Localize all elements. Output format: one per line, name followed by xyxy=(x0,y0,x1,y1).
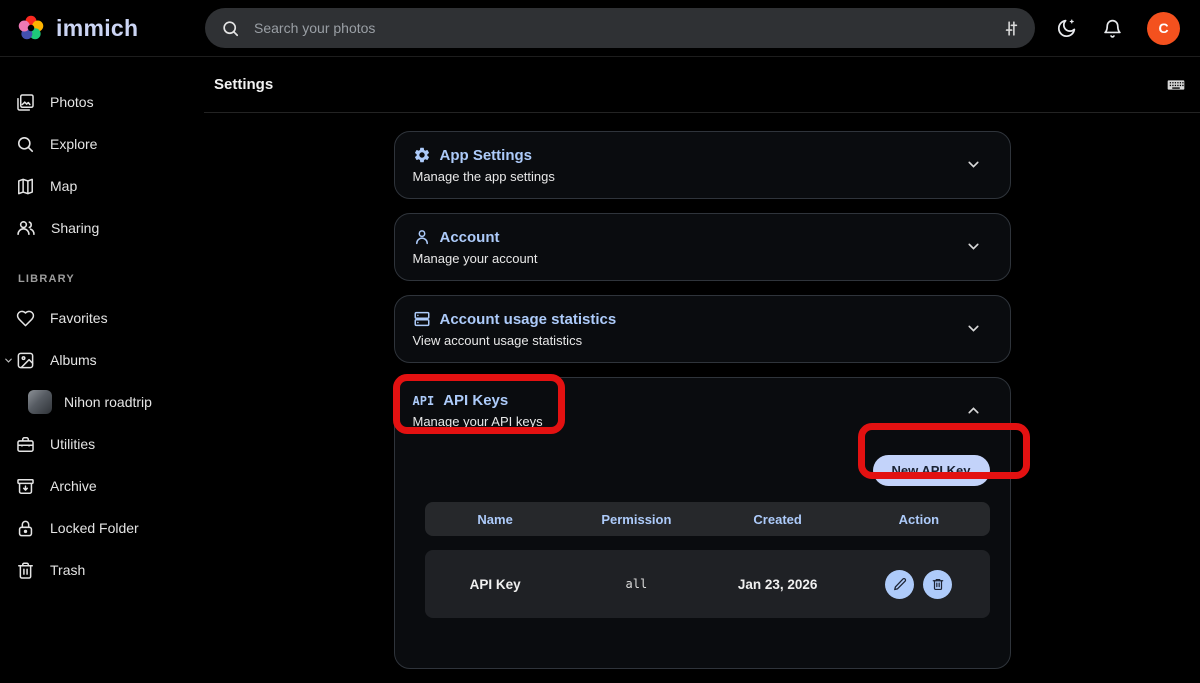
archive-icon xyxy=(16,477,35,496)
immich-logo-icon xyxy=(16,13,46,43)
sidebar-item-albums[interactable]: Albums xyxy=(0,339,204,381)
sidebar-item-locked-folder[interactable]: Locked Folder xyxy=(0,507,204,549)
settings-list: App Settings Manage the app settings Acc… xyxy=(204,113,1200,683)
sidebar-item-label: Explore xyxy=(50,136,97,152)
sidebar-item-label: Map xyxy=(50,178,77,194)
app-title: immich xyxy=(56,15,138,42)
sidebar-item-map[interactable]: Map xyxy=(0,165,204,207)
column-header-created: Created xyxy=(707,512,848,527)
sidebar-item-album-nihon-roadtrip[interactable]: Nihon roadtrip xyxy=(0,381,204,423)
page-title: Settings xyxy=(214,76,273,93)
sidebar-item-archive[interactable]: Archive xyxy=(0,465,204,507)
table-row: API Key all Jan 23, 2026 xyxy=(425,550,990,618)
notifications-bell-icon[interactable] xyxy=(1102,18,1123,39)
sidebar-item-label: Utilities xyxy=(50,436,95,452)
sidebar-item-utilities[interactable]: Utilities xyxy=(0,423,204,465)
gear-icon xyxy=(413,146,431,164)
search-bar[interactable] xyxy=(205,8,1035,48)
section-subtitle: Manage your API keys xyxy=(413,414,992,429)
keyboard-shortcuts-icon[interactable] xyxy=(1166,75,1186,95)
table-header-row: Name Permission Created Action xyxy=(425,502,990,536)
main-content: Settings App Settings Manage the app set… xyxy=(204,57,1200,587)
chevron-up-icon[interactable] xyxy=(965,402,982,419)
topbar-actions: C xyxy=(1056,12,1200,45)
sidebar-item-label: Photos xyxy=(50,94,94,110)
api-key-permission: all xyxy=(566,577,707,591)
section-account[interactable]: Account Manage your account xyxy=(394,213,1011,281)
immich-logo[interactable]: immich xyxy=(0,13,205,43)
sidebar-item-label: Trash xyxy=(50,562,85,578)
album-thumbnail xyxy=(28,390,52,414)
section-api-keys[interactable]: API API Keys Manage your API keys New AP… xyxy=(394,377,1011,669)
album-icon xyxy=(16,351,35,370)
delete-api-key-button[interactable] xyxy=(923,570,952,599)
column-header-permission: Permission xyxy=(566,512,707,527)
lock-icon xyxy=(16,519,35,538)
column-header-action: Action xyxy=(848,512,989,527)
trash-icon xyxy=(16,561,35,580)
section-subtitle: Manage the app settings xyxy=(413,169,992,184)
album-title: Nihon roadtrip xyxy=(64,394,152,410)
server-icon xyxy=(413,310,431,328)
section-subtitle: Manage your account xyxy=(413,251,992,266)
sidebar-item-favorites[interactable]: Favorites xyxy=(0,297,204,339)
section-account-usage-statistics[interactable]: Account usage statistics View account us… xyxy=(394,295,1011,363)
sidebar: Photos Explore Map Sharing LIBRARY Favor… xyxy=(0,57,204,587)
api-key-name: API Key xyxy=(425,577,566,592)
search-icon xyxy=(221,19,240,38)
top-bar: immich C xyxy=(0,0,1200,57)
section-title: API Keys xyxy=(443,392,508,409)
section-title: Account usage statistics xyxy=(440,311,617,328)
section-subtitle: View account usage statistics xyxy=(413,333,992,348)
column-header-name: Name xyxy=(425,512,566,527)
api-key-created: Jan 23, 2026 xyxy=(707,577,848,592)
sidebar-section-library: LIBRARY xyxy=(0,249,204,297)
chevron-down-icon[interactable] xyxy=(965,156,982,173)
map-icon xyxy=(16,177,35,196)
settings-header: Settings xyxy=(204,57,1200,113)
section-app-settings[interactable]: App Settings Manage the app settings xyxy=(394,131,1011,199)
chevron-down-icon[interactable] xyxy=(965,320,982,337)
pencil-icon xyxy=(893,577,907,591)
user-avatar[interactable]: C xyxy=(1147,12,1180,45)
edit-api-key-button[interactable] xyxy=(885,570,914,599)
sidebar-item-photos[interactable]: Photos xyxy=(0,81,204,123)
sidebar-item-label: Archive xyxy=(50,478,97,494)
photos-icon xyxy=(16,93,35,112)
theme-toggle-icon[interactable] xyxy=(1056,17,1078,39)
sidebar-item-label: Sharing xyxy=(51,220,99,236)
section-title: App Settings xyxy=(440,147,533,164)
chevron-down-icon[interactable] xyxy=(965,238,982,255)
search-filter-icon[interactable] xyxy=(1002,19,1021,38)
sidebar-item-label: Locked Folder xyxy=(50,520,139,536)
chevron-down-icon[interactable] xyxy=(3,355,14,366)
sidebar-item-label: Albums xyxy=(50,352,97,368)
new-api-key-button[interactable]: New API Key xyxy=(873,455,990,486)
section-title: Account xyxy=(440,229,500,246)
people-icon xyxy=(16,218,36,238)
trash-icon xyxy=(931,577,945,591)
api-keys-table: Name Permission Created Action API Key a… xyxy=(425,502,990,618)
user-icon xyxy=(413,228,431,246)
search-input[interactable] xyxy=(240,20,1002,36)
explore-search-icon xyxy=(16,135,35,154)
api-icon: API xyxy=(413,394,435,408)
sidebar-item-trash[interactable]: Trash xyxy=(0,549,204,591)
sidebar-item-explore[interactable]: Explore xyxy=(0,123,204,165)
sidebar-item-label: Favorites xyxy=(50,310,108,326)
sidebar-item-sharing[interactable]: Sharing xyxy=(0,207,204,249)
toolbox-icon xyxy=(16,435,35,454)
heart-icon xyxy=(16,309,35,328)
